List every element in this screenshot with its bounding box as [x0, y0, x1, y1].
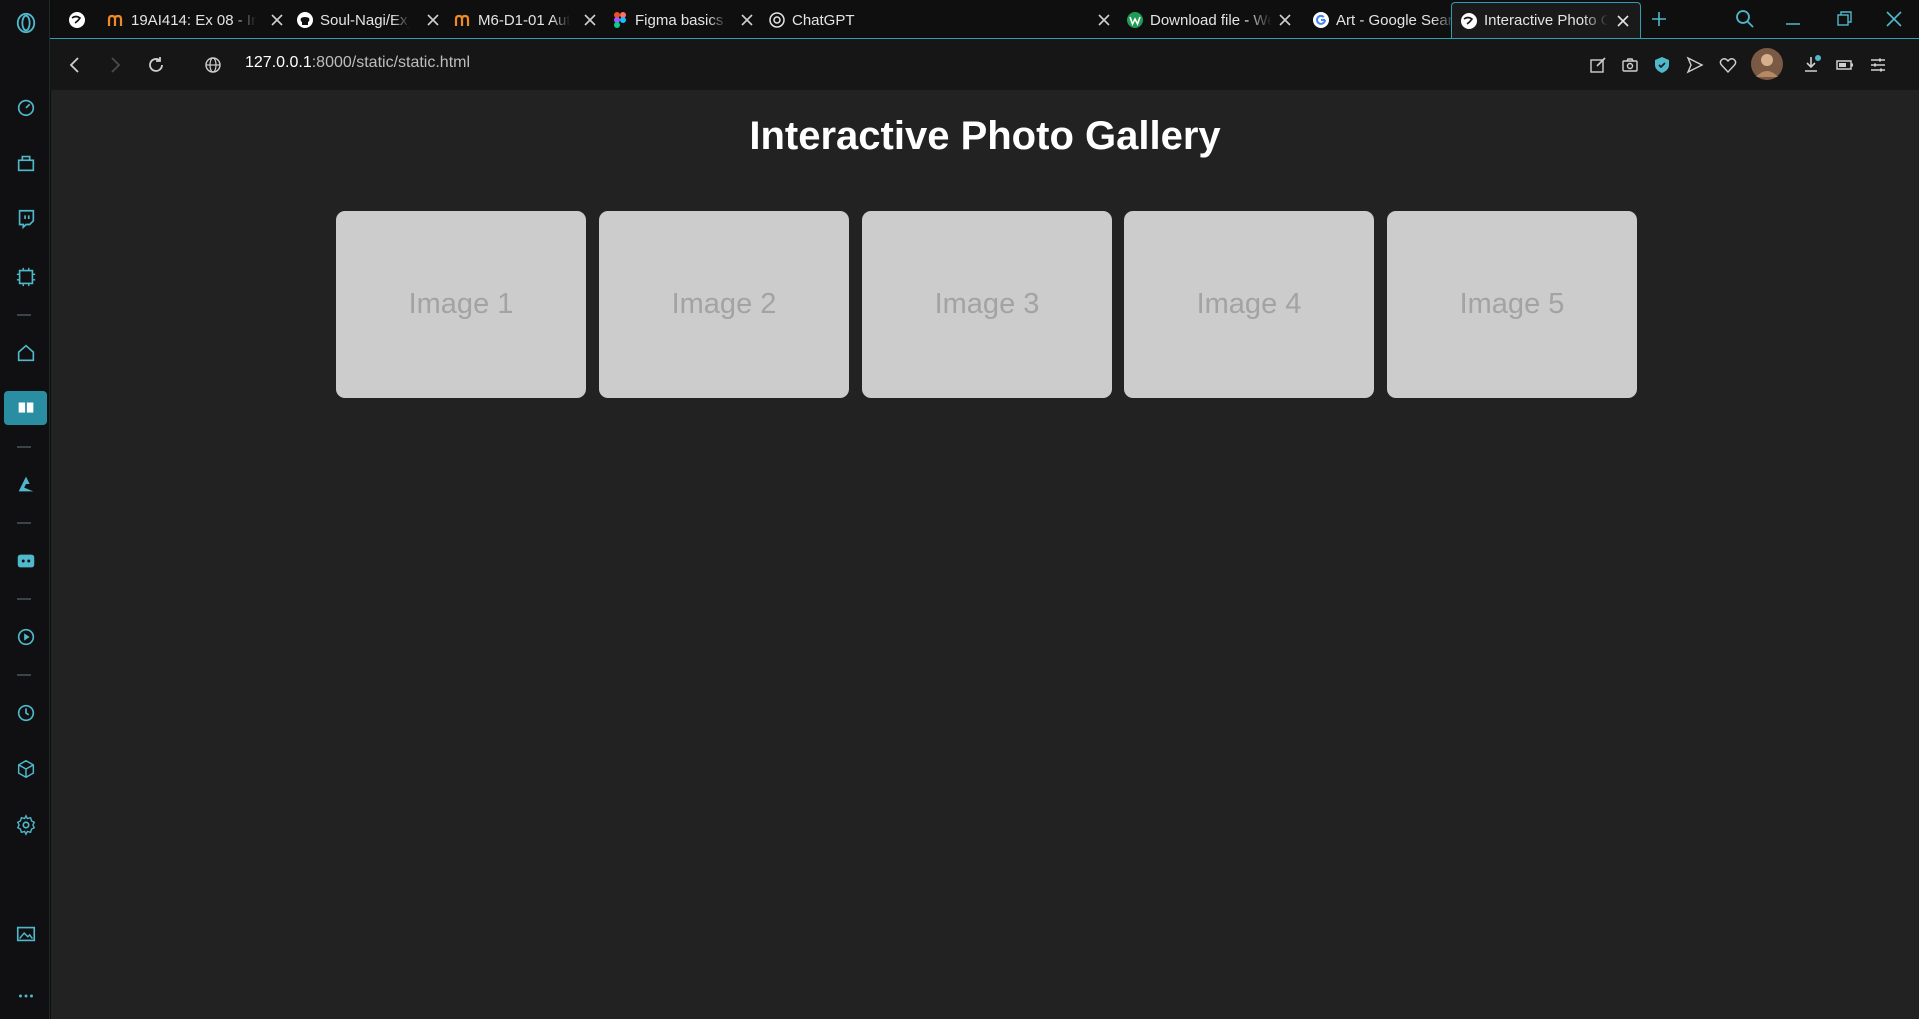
home-icon[interactable]	[4, 336, 47, 370]
moodle-icon	[454, 11, 472, 29]
send-icon[interactable]	[1683, 53, 1707, 77]
reload-icon[interactable]	[143, 52, 169, 78]
page-title: Interactive Photo Gallery	[749, 114, 1221, 158]
address-bar: 127.0.0.1:8000/static/static.html	[50, 38, 1919, 90]
url-field[interactable]: 127.0.0.1:8000/static/static.html	[245, 54, 470, 72]
search-tabs-icon[interactable]	[1732, 6, 1758, 32]
github-icon	[296, 11, 314, 29]
tab-google-search[interactable]: Art - Google Search	[1304, 4, 1464, 36]
speed-dial-icon[interactable]	[4, 90, 47, 124]
page-viewport: Interactive Photo Gallery Image 1 Image …	[51, 90, 1919, 1019]
snapshot-camera-icon[interactable]	[1618, 53, 1642, 77]
tab-moodle-m6[interactable]: M6-D1-01 Automa	[446, 4, 578, 36]
new-tab-plus-icon[interactable]	[1646, 6, 1672, 32]
opera-logo-icon[interactable]	[4, 6, 47, 40]
url-host: 127.0.0.1	[245, 54, 312, 71]
tab-title: Figma basics – Figm	[635, 11, 727, 29]
gallery-image-1[interactable]: Image 1	[336, 211, 586, 398]
more-dots-icon[interactable]	[4, 979, 47, 1013]
gallery-icon[interactable]	[4, 917, 47, 951]
edit-page-icon[interactable]	[1586, 53, 1610, 77]
tab-title: Art - Google Search	[1336, 11, 1456, 29]
heart-icon[interactable]	[1716, 53, 1740, 77]
settings-gear-icon[interactable]	[4, 808, 47, 842]
tab-close-button[interactable]	[262, 4, 286, 36]
tab-close-button[interactable]	[1270, 4, 1294, 36]
globe-icon	[68, 11, 86, 29]
close-icon	[738, 11, 756, 29]
close-window-icon[interactable]	[1881, 6, 1907, 32]
tab-strip: 19AI414: Ex 08 - In Soul-Nagi/Ex_08_In M…	[50, 0, 1919, 38]
tab-title: Interactive Photo G	[1484, 12, 1608, 29]
avatar[interactable]	[1750, 47, 1784, 81]
gallery-image-2[interactable]: Image 2	[599, 211, 849, 398]
battery-saver-icon[interactable]	[1833, 53, 1857, 77]
close-icon	[1095, 11, 1113, 29]
tab-chatgpt[interactable]: ChatGPT	[760, 4, 890, 36]
tab-title: Soul-Nagi/Ex_08_In	[320, 11, 410, 29]
discord-icon[interactable]	[4, 544, 47, 578]
history-icon[interactable]	[4, 696, 47, 730]
minimize-icon[interactable]	[1780, 6, 1806, 32]
chatgpt-icon	[768, 11, 786, 29]
google-icon	[1312, 11, 1330, 29]
tab-close-button[interactable]	[575, 4, 599, 36]
tab-title: ChatGPT	[792, 11, 855, 29]
sidebar	[0, 0, 50, 1019]
restore-icon[interactable]	[1831, 6, 1857, 32]
extensions-cube-icon[interactable]	[4, 752, 47, 786]
url-path: :8000/static/static.html	[311, 54, 471, 71]
back-icon[interactable]	[62, 52, 88, 78]
twitch-icon[interactable]	[4, 202, 47, 236]
close-icon	[424, 11, 442, 29]
downloads-icon[interactable]	[1800, 53, 1824, 77]
easy-setup-sliders-icon[interactable]	[1866, 53, 1890, 77]
tab-interactive-photo-gallery[interactable]: Interactive Photo G	[1451, 2, 1641, 38]
tab-close-button[interactable]	[1089, 4, 1113, 36]
ai-chip-icon[interactable]	[4, 260, 47, 294]
aria-icon[interactable]	[4, 467, 47, 501]
tab-close-button[interactable]	[418, 4, 442, 36]
w-icon	[1126, 11, 1144, 29]
site-info-globe-icon[interactable]	[200, 52, 226, 78]
reading-list-icon[interactable]	[4, 391, 47, 425]
tab-close-button[interactable]	[732, 4, 756, 36]
figma-icon	[611, 11, 629, 29]
tab-title: M6-D1-01 Automa	[478, 11, 570, 29]
close-icon	[268, 11, 286, 29]
shop-icon[interactable]	[4, 146, 47, 180]
gallery-image-5[interactable]: Image 5	[1387, 211, 1637, 398]
moodle-icon	[107, 11, 125, 29]
gallery-image-4[interactable]: Image 4	[1124, 211, 1374, 398]
tab-github[interactable]: Soul-Nagi/Ex_08_In	[288, 4, 418, 36]
close-icon	[1276, 11, 1294, 29]
gallery-image-3[interactable]: Image 3	[862, 211, 1112, 398]
tab-figma[interactable]: Figma basics – Figm	[603, 4, 735, 36]
globe-icon	[1460, 12, 1478, 30]
vpn-shield-icon[interactable]	[1650, 53, 1674, 77]
player-icon[interactable]	[4, 620, 47, 654]
close-icon[interactable]	[1614, 12, 1632, 30]
tab-workspace[interactable]	[60, 4, 94, 36]
tab-moodle-ex08[interactable]: 19AI414: Ex 08 - In	[99, 4, 265, 36]
forward-icon[interactable]	[102, 52, 128, 78]
close-icon	[581, 11, 599, 29]
tab-title: 19AI414: Ex 08 - In	[131, 11, 257, 29]
tab-title: Download file - We	[1150, 11, 1272, 29]
tab-download-file[interactable]: Download file - We	[1118, 4, 1280, 36]
